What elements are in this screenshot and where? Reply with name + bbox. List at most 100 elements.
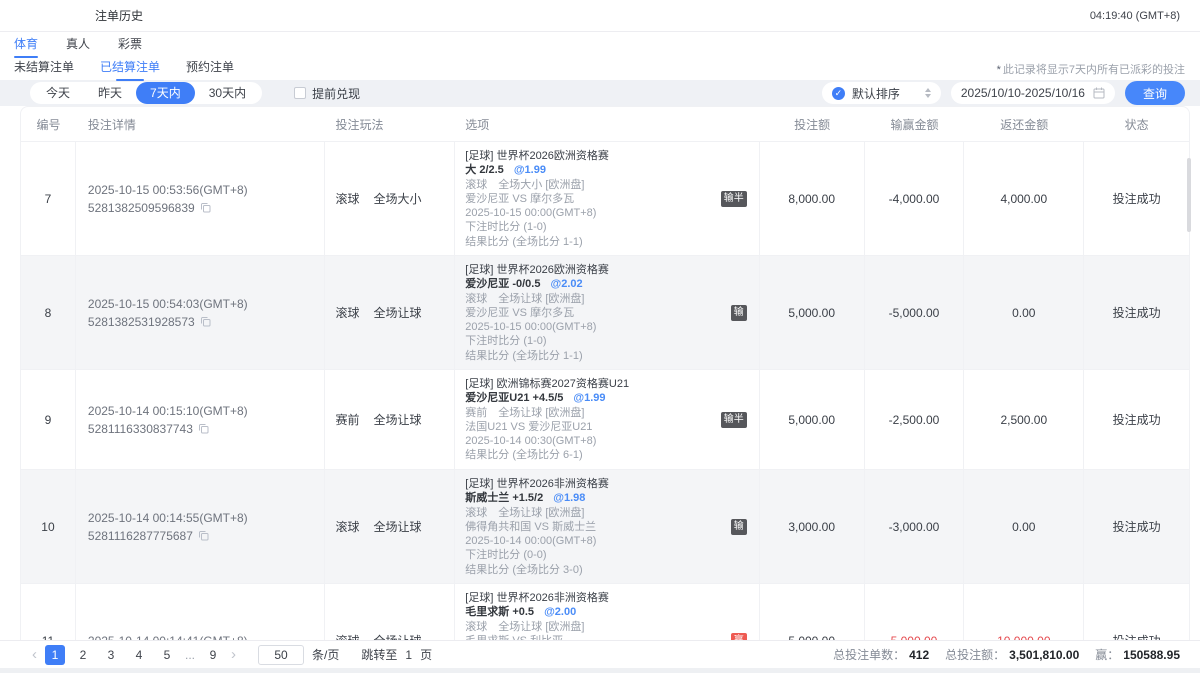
winloss-amount: -2,500.00 — [865, 370, 965, 469]
teams-line: 法国U21 VS 爱沙尼亚U21 — [465, 420, 758, 434]
jump-page-value[interactable]: 1 — [405, 648, 412, 662]
odds: @2.02 — [550, 278, 582, 290]
league: [足球] 世界杯2026非洲资格赛 — [465, 477, 758, 491]
range-yesterday[interactable]: 昨天 — [84, 84, 136, 102]
odds: @1.99 — [514, 164, 546, 176]
odds: @1.98 — [553, 492, 585, 504]
clock: 04:19:40 (GMT+8) — [1090, 10, 1180, 22]
filter-right: ✓ 默认排序 2025/10/10-2025/10/16 查询 — [822, 81, 1185, 105]
match-time-line: 2025-10-14 00:30(GMT+8) — [465, 434, 758, 448]
date-range-picker[interactable]: 2025/10/10-2025/10/16 — [951, 82, 1115, 104]
page-5[interactable]: 5 — [157, 645, 177, 665]
bet-amount: 8,000.00 — [760, 142, 865, 255]
page-4[interactable]: 4 — [129, 645, 149, 665]
pagination-bar: ‹ 1 2 3 4 5 ... 9 › 条/页 跳转至 1 页 总投注单数：41… — [0, 640, 1200, 668]
query-button[interactable]: 查询 — [1125, 81, 1185, 105]
jump-suffix: 页 — [420, 646, 432, 663]
bet-id: 5281116287775687 — [88, 527, 193, 545]
winloss-amount: -4,000.00 — [865, 142, 965, 255]
bet-time: 2025-10-14 00:14:55(GMT+8) — [88, 509, 325, 527]
note-text: 此记录将显示7天内所有已派彩的投注 — [1003, 64, 1185, 76]
copy-icon[interactable] — [198, 423, 209, 434]
play-type: 滚球 — [335, 304, 359, 321]
bet-score-line: 下注时比分 (0-0) — [465, 548, 758, 562]
page-2[interactable]: 2 — [73, 645, 93, 665]
scrollbar[interactable] — [1187, 158, 1191, 232]
row-number: 8 — [21, 256, 76, 369]
range-7days[interactable]: 7天内 — [136, 82, 195, 104]
bets-table: 编号 投注详情 投注玩法 选项 投注额 输赢金额 返还金额 状态 7 2025-… — [20, 106, 1190, 673]
subtab-settled[interactable]: 已结算注单 — [100, 56, 160, 81]
next-page-icon[interactable]: › — [227, 645, 240, 665]
table-row: 8 2025-10-15 00:54:03(GMT+8) 52813825319… — [21, 255, 1189, 369]
row-number: 10 — [21, 470, 76, 583]
per-page-label: 条/页 — [312, 646, 339, 663]
return-amount: 2,500.00 — [964, 370, 1084, 469]
play-type: 滚球 — [335, 518, 359, 535]
match-time-line: 2025-10-15 00:00(GMT+8) — [465, 320, 758, 334]
league: [足球] 世界杯2026非洲资格赛 — [465, 591, 758, 605]
winloss-amount: -3,000.00 — [865, 470, 965, 583]
bottom-strip — [0, 668, 1200, 673]
bet-time: 2025-10-15 00:53:56(GMT+8) — [88, 181, 325, 199]
bet-amount: 3,000.00 — [760, 470, 865, 583]
play-type: 赛前 — [335, 411, 359, 428]
table-header: 编号 投注详情 投注玩法 选项 投注额 输赢金额 返还金额 状态 — [21, 107, 1189, 141]
sort-arrows-icon — [925, 88, 931, 98]
teams-line: 佛得角共和国 VS 斯威士兰 — [465, 520, 758, 534]
early-cashout-checkbox[interactable]: 提前兑现 — [294, 85, 360, 102]
col-header-status: 状态 — [1084, 116, 1189, 133]
return-amount: 0.00 — [964, 256, 1084, 369]
main-tabs: 体育 真人 彩票 — [0, 32, 1200, 57]
copy-icon[interactable] — [200, 202, 211, 213]
subtab-scheduled[interactable]: 预约注单 — [186, 56, 234, 81]
market-line: 滚球 全场让球 [欧洲盘] — [465, 620, 758, 634]
subtab-unsettled[interactable]: 未结算注单 — [14, 56, 74, 81]
col-header-amount: 投注额 — [760, 116, 865, 133]
result-badge: 输 — [731, 305, 747, 321]
copy-icon[interactable] — [200, 316, 211, 327]
tab-live[interactable]: 真人 — [66, 32, 90, 58]
copy-icon[interactable] — [198, 530, 209, 541]
page-9[interactable]: 9 — [203, 645, 223, 665]
bet-time: 2025-10-15 00:54:03(GMT+8) — [88, 295, 325, 313]
range-30days[interactable]: 30天内 — [195, 84, 260, 102]
checkbox-icon[interactable] — [294, 87, 306, 99]
status-label: 投注成功 — [1084, 470, 1189, 583]
status-label: 投注成功 — [1084, 256, 1189, 369]
subtabs-row: 未结算注单 已结算注单 预约注单 *此记录将显示7天内所有已派彩的投注 — [0, 57, 1200, 80]
league: [足球] 世界杯2026欧洲资格赛 — [465, 263, 758, 277]
bet-amount: 5,000.00 — [760, 256, 865, 369]
note-marker: * — [997, 64, 1001, 76]
jump-label: 跳转至 — [361, 646, 397, 663]
table-row: 9 2025-10-14 00:15:10(GMT+8) 52811163308… — [21, 369, 1189, 469]
prev-page-icon[interactable]: ‹ — [28, 645, 41, 665]
match-time-line: 2025-10-15 00:00(GMT+8) — [465, 206, 758, 220]
page-3[interactable]: 3 — [101, 645, 121, 665]
bet-score-line: 下注时比分 (1-0) — [465, 220, 758, 234]
teams-line: 爱沙尼亚 VS 摩尔多瓦 — [465, 192, 758, 206]
bet-time: 2025-10-14 00:15:10(GMT+8) — [88, 402, 325, 420]
per-page-input[interactable] — [258, 645, 304, 665]
date-range-value: 2025/10/10-2025/10/16 — [961, 86, 1085, 100]
page-1[interactable]: 1 — [45, 645, 65, 665]
play-market: 全场大小 — [374, 190, 422, 207]
col-header-return: 返还金额 — [964, 116, 1084, 133]
page-title: 注单历史 — [95, 7, 143, 24]
sort-label: 默认排序 — [852, 85, 900, 102]
early-cashout-label: 提前兑现 — [312, 85, 360, 102]
col-header-play: 投注玩法 — [325, 116, 455, 133]
play-market: 全场让球 — [374, 518, 422, 535]
bet-history-page: 注单历史 04:19:40 (GMT+8) 体育 真人 彩票 未结算注单 已结算… — [0, 0, 1200, 673]
range-today[interactable]: 今天 — [32, 84, 84, 102]
tab-sports[interactable]: 体育 — [14, 32, 38, 58]
date-range-group: 今天 昨天 7天内 30天内 — [30, 82, 262, 104]
bet-score-line: 下注时比分 (1-0) — [465, 334, 758, 348]
col-header-id: 编号 — [21, 116, 76, 133]
sort-dropdown[interactable]: ✓ 默认排序 — [822, 82, 941, 104]
league: [足球] 世界杯2026欧洲资格赛 — [465, 149, 758, 163]
total-amount-label: 总投注额： — [945, 648, 1005, 662]
tab-lottery[interactable]: 彩票 — [118, 32, 142, 58]
selection: 毛里求斯 +0.5 — [465, 606, 534, 618]
play-type: 滚球 — [335, 190, 359, 207]
